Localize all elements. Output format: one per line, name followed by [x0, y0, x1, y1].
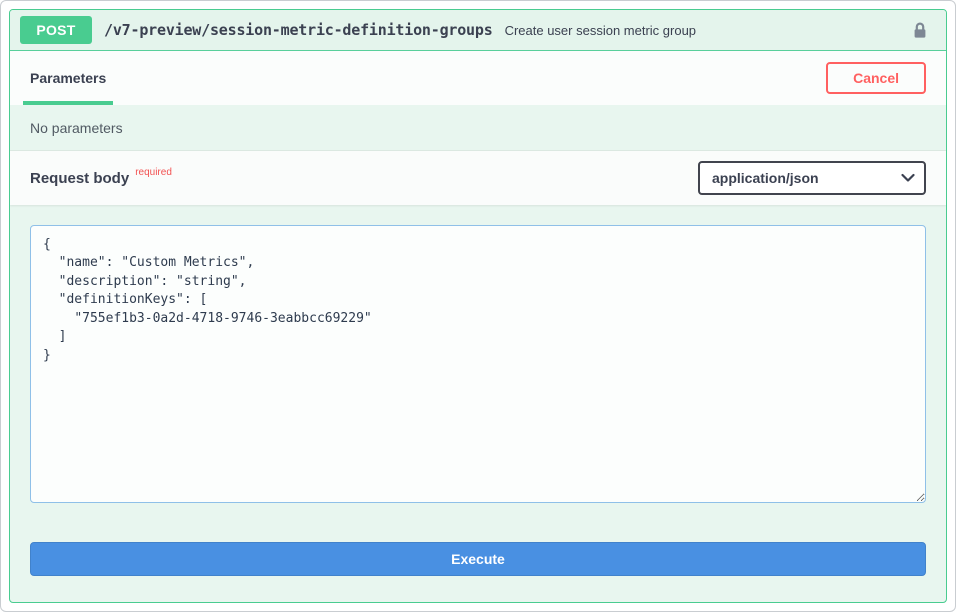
endpoint-header[interactable]: POST /v7-preview/session-metric-definiti…: [10, 10, 946, 51]
request-body-header: Request body required application/json: [10, 151, 946, 205]
endpoint-path: /v7-preview/session-metric-definition-gr…: [104, 21, 493, 39]
tab-parameters[interactable]: Parameters: [30, 51, 106, 105]
endpoint-summary: Create user session metric group: [505, 23, 696, 38]
tab-parameters-label: Parameters: [30, 70, 106, 86]
opblock-post: POST /v7-preview/session-metric-definiti…: [9, 9, 947, 603]
request-body-editor[interactable]: { "name": "Custom Metrics", "description…: [30, 225, 926, 503]
unlocked-padlock-icon: [910, 20, 930, 40]
method-badge: POST: [20, 16, 92, 44]
execute-section: Execute: [10, 542, 946, 602]
execute-button[interactable]: Execute: [30, 542, 926, 576]
required-badge: required: [135, 167, 172, 178]
request-body-title: Request body: [30, 170, 129, 187]
cancel-button[interactable]: Cancel: [826, 62, 926, 94]
request-body-editor-section: { "name": "Custom Metrics", "description…: [10, 205, 946, 542]
request-body-title-group: Request body required: [30, 170, 172, 187]
auth-lock-button[interactable]: [904, 18, 936, 42]
no-parameters-message: No parameters: [10, 105, 946, 151]
content-type-select[interactable]: application/json: [698, 161, 926, 195]
content-type-dropdown: application/json: [698, 161, 926, 195]
screenshot-frame: POST /v7-preview/session-metric-definiti…: [0, 0, 956, 612]
tab-bar: Parameters Cancel: [10, 51, 946, 105]
